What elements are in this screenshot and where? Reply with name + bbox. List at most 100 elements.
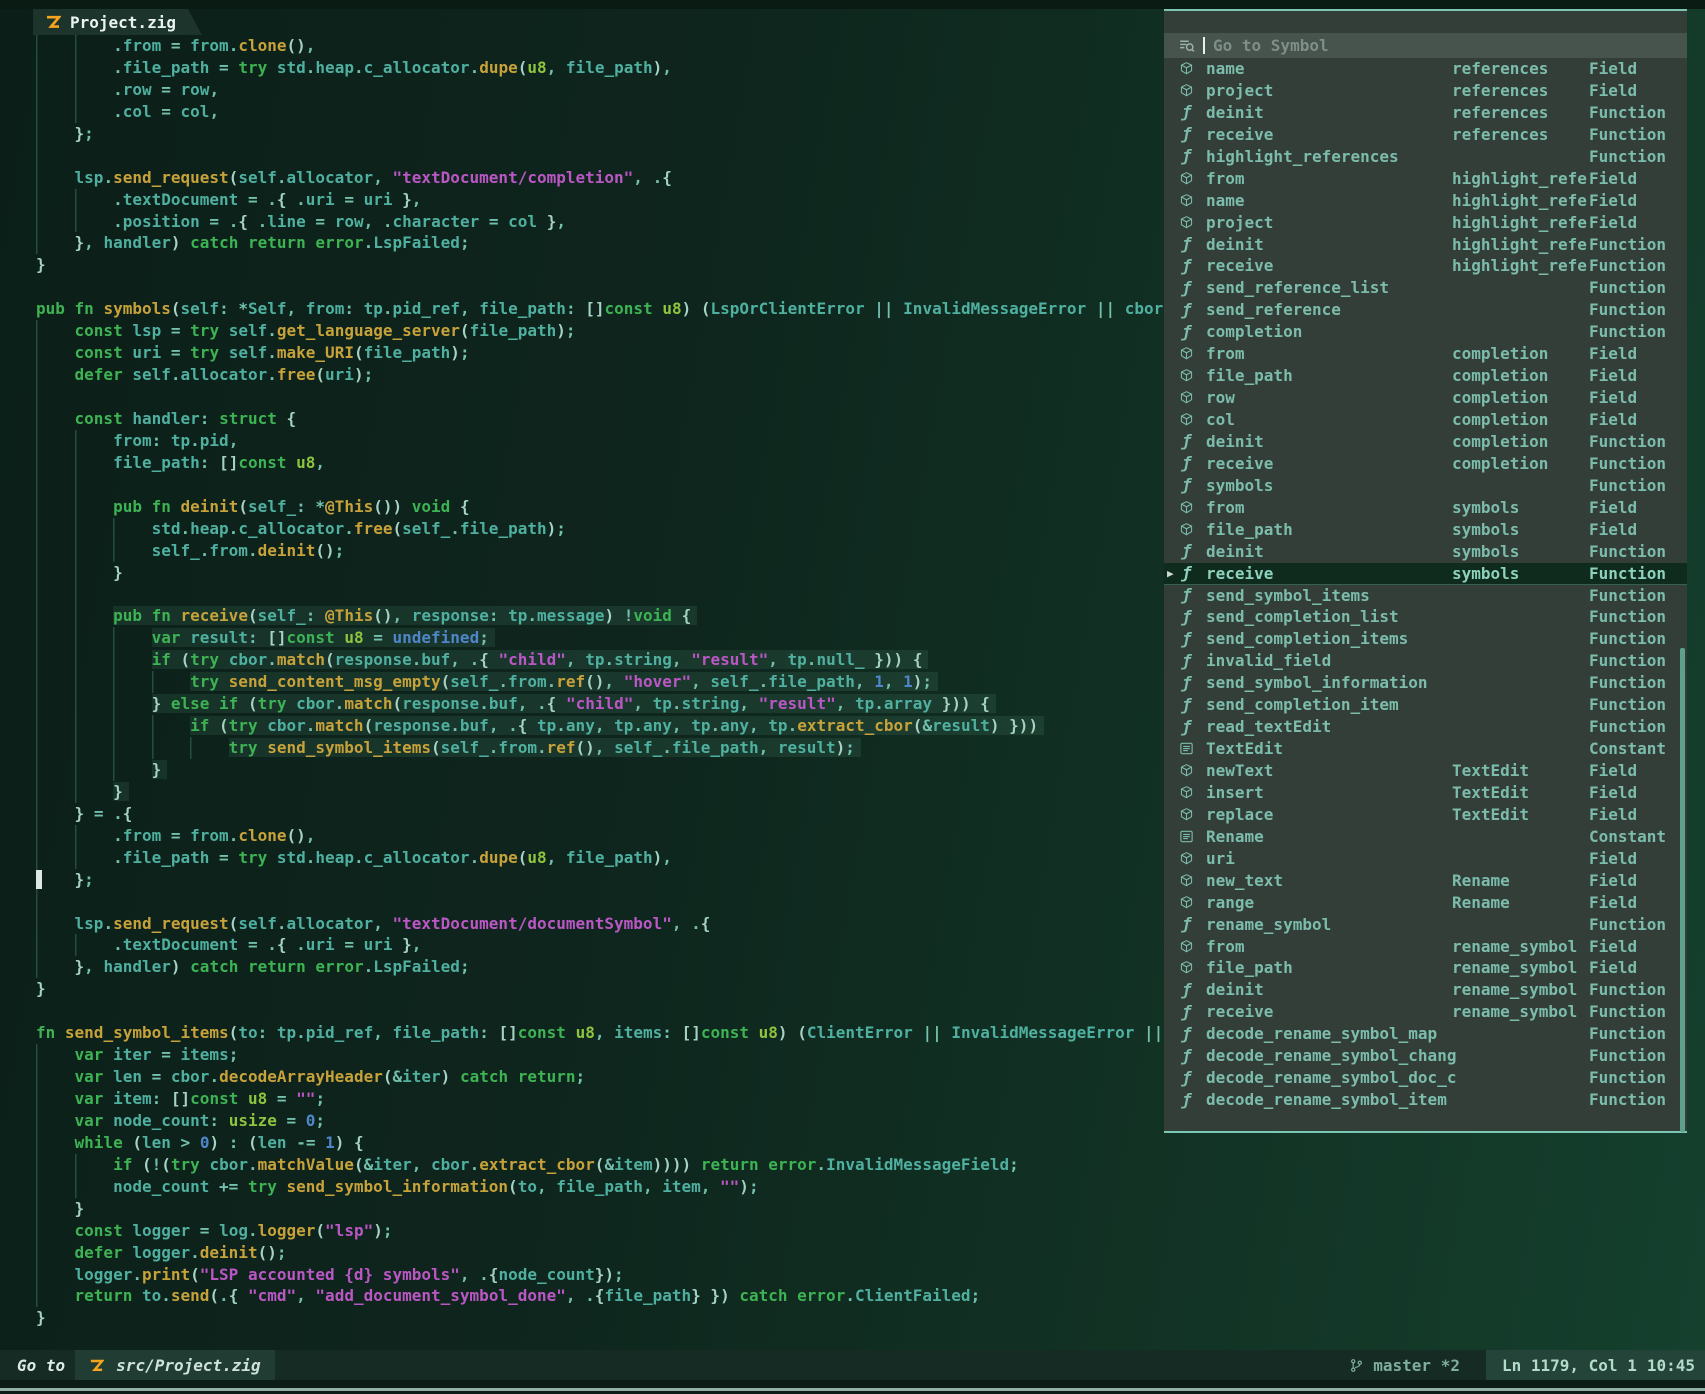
- symbol-row[interactable]: ƒhighlight_referencesFunction: [1164, 146, 1687, 168]
- code-text: var node_count: usize = 0;: [75, 1111, 326, 1130]
- symbol-row[interactable]: TextEditConstant: [1164, 738, 1687, 760]
- code-line[interactable]: while (len > 0) : (len -= 1) {: [36, 1132, 1705, 1154]
- palette-scrollbar[interactable]: [1680, 648, 1685, 1132]
- indent-guide: [36, 671, 75, 693]
- indent-guide: [113, 715, 152, 737]
- symbol-row[interactable]: colcompletionField: [1164, 409, 1687, 431]
- code-text: .from = from.clone(),: [113, 826, 315, 845]
- symbol-search-input[interactable]: Go to Symbol: [1164, 33, 1687, 58]
- symbol-row[interactable]: file_pathcompletionField: [1164, 365, 1687, 387]
- symbol-row[interactable]: ƒdeinitcompletionFunction: [1164, 431, 1687, 453]
- indent-guide: [75, 430, 114, 452]
- field-icon: [1178, 894, 1195, 911]
- go-to-symbol-palette[interactable]: Go to Symbol namereferencesFieldprojectr…: [1164, 9, 1687, 1133]
- symbol-kind: Field: [1589, 937, 1637, 956]
- symbol-row[interactable]: fromcompletionField: [1164, 343, 1687, 365]
- symbol-row[interactable]: newTextTextEditField: [1164, 760, 1687, 782]
- symbol-name: decode_rename_symbol_chang: [1206, 1046, 1456, 1065]
- symbol-row[interactable]: ƒdeinithighlight_refeFunction: [1164, 234, 1687, 256]
- symbol-row[interactable]: ƒreceivehighlight_refeFunction: [1164, 255, 1687, 277]
- code-line[interactable]: }: [36, 1198, 1705, 1220]
- indent-guide: [75, 57, 114, 79]
- symbol-row[interactable]: ƒcompletionFunction: [1164, 321, 1687, 343]
- code-line[interactable]: const logger = log.logger("lsp");: [36, 1220, 1705, 1242]
- code-line[interactable]: return to.send(.{ "cmd", "add_document_s…: [36, 1285, 1705, 1307]
- symbol-row[interactable]: uriField: [1164, 848, 1687, 870]
- function-icon: ƒ: [1178, 1069, 1195, 1086]
- code-text: .file_path = try std.heap.c_allocator.du…: [113, 848, 672, 867]
- symbol-row[interactable]: ƒdecode_rename_symbol_mapFunction: [1164, 1023, 1687, 1045]
- symbol-row[interactable]: ƒdecode_rename_symbol_doc_cFunction: [1164, 1067, 1687, 1089]
- symbol-row[interactable]: ▶ƒreceivesymbolsFunction: [1164, 563, 1687, 585]
- code-text: .from = from.clone(),: [113, 36, 315, 55]
- symbol-row[interactable]: ƒdecode_rename_symbol_changFunction: [1164, 1045, 1687, 1067]
- symbol-row[interactable]: rowcompletionField: [1164, 387, 1687, 409]
- symbol-kind: Field: [1589, 849, 1637, 868]
- indent-guide: [152, 715, 191, 737]
- indent-guide: [36, 1176, 75, 1198]
- symbol-row[interactable]: ƒsend_symbol_informationFunction: [1164, 672, 1687, 694]
- symbol-kind: Function: [1589, 586, 1666, 605]
- function-icon: ƒ: [1178, 543, 1195, 560]
- symbol-name: name: [1206, 59, 1245, 78]
- indent-guide: [36, 145, 75, 167]
- symbol-kind: Function: [1589, 278, 1666, 297]
- field-icon: [1178, 60, 1195, 77]
- symbol-container: references: [1452, 103, 1548, 122]
- code-line[interactable]: logger.print("LSP accounted {d} symbols"…: [36, 1264, 1705, 1286]
- symbol-row[interactable]: ƒreceivereferencesFunction: [1164, 124, 1687, 146]
- symbol-row[interactable]: ƒsend_completion_listFunction: [1164, 606, 1687, 628]
- symbol-row[interactable]: ƒsend_completion_itemsFunction: [1164, 628, 1687, 650]
- tab-project-zig[interactable]: Project.zig: [33, 9, 202, 35]
- symbol-name: receive: [1206, 256, 1273, 275]
- code-text: }, handler) catch return error.LspFailed…: [75, 957, 470, 976]
- symbol-row[interactable]: file_pathrename_symbolField: [1164, 957, 1687, 979]
- symbol-row[interactable]: fromsymbolsField: [1164, 497, 1687, 519]
- symbol-row[interactable]: new_textRenameField: [1164, 870, 1687, 892]
- symbol-row[interactable]: replaceTextEditField: [1164, 804, 1687, 826]
- symbol-row[interactable]: ƒreceiverename_symbolFunction: [1164, 1001, 1687, 1023]
- symbol-row[interactable]: ƒdeinitsymbolsFunction: [1164, 541, 1687, 563]
- symbol-row[interactable]: ƒrename_symbolFunction: [1164, 914, 1687, 936]
- function-icon: ƒ: [1178, 279, 1195, 296]
- code-line[interactable]: defer logger.deinit();: [36, 1242, 1705, 1264]
- code-line[interactable]: node_count += try send_symbol_informatio…: [36, 1176, 1705, 1198]
- symbol-row[interactable]: RenameConstant: [1164, 826, 1687, 848]
- symbol-row[interactable]: namereferencesField: [1164, 58, 1687, 80]
- symbol-row[interactable]: namehighlight_refeField: [1164, 190, 1687, 212]
- symbol-row[interactable]: ƒsend_symbol_itemsFunction: [1164, 585, 1687, 607]
- function-icon: ƒ: [1178, 1047, 1195, 1064]
- code-line[interactable]: if (!(try cbor.matchValue(&iter, cbor.ex…: [36, 1154, 1705, 1176]
- symbol-name: deinit: [1206, 980, 1264, 999]
- symbol-row[interactable]: fromhighlight_refeField: [1164, 168, 1687, 190]
- symbol-row[interactable]: projectreferencesField: [1164, 80, 1687, 102]
- function-icon: ƒ: [1178, 323, 1195, 340]
- symbol-row[interactable]: ƒdecode_rename_symbol_itemFunction: [1164, 1089, 1687, 1111]
- symbol-row[interactable]: rangeRenameField: [1164, 892, 1687, 914]
- symbol-row[interactable]: ƒreceivecompletionFunction: [1164, 453, 1687, 475]
- symbol-kind: Function: [1589, 607, 1666, 626]
- code-text: var item: []const u8 = "";: [75, 1089, 326, 1108]
- symbol-row[interactable]: file_pathsymbolsField: [1164, 519, 1687, 541]
- symbol-row[interactable]: ƒsend_completion_itemFunction: [1164, 694, 1687, 716]
- symbol-row[interactable]: ƒinvalid_fieldFunction: [1164, 650, 1687, 672]
- symbol-row[interactable]: ƒsend_reference_listFunction: [1164, 277, 1687, 299]
- indent-guide: [36, 189, 75, 211]
- function-icon: ƒ: [1178, 236, 1195, 253]
- symbol-row[interactable]: ƒdeinitreferencesFunction: [1164, 102, 1687, 124]
- symbol-row[interactable]: fromrename_symbolField: [1164, 936, 1687, 958]
- field-icon: [1178, 762, 1195, 779]
- symbol-row[interactable]: projecthighlight_refeField: [1164, 212, 1687, 234]
- file-segment[interactable]: src/Project.zig: [75, 1350, 275, 1380]
- code-text: }, handler) catch return error.LspFailed…: [75, 233, 470, 252]
- symbol-kind: Field: [1589, 958, 1637, 977]
- indent-guide: [75, 847, 114, 869]
- code-line[interactable]: }: [36, 1307, 1705, 1329]
- symbol-row[interactable]: insertTextEditField: [1164, 782, 1687, 804]
- symbol-row[interactable]: ƒread_textEditFunction: [1164, 716, 1687, 738]
- symbol-row[interactable]: ƒsymbolsFunction: [1164, 475, 1687, 497]
- symbol-name: Rename: [1206, 827, 1264, 846]
- symbol-row[interactable]: ƒdeinitrename_symbolFunction: [1164, 979, 1687, 1001]
- symbol-row[interactable]: ƒsend_referenceFunction: [1164, 299, 1687, 321]
- bottom-highlight-line: [0, 1388, 1705, 1391]
